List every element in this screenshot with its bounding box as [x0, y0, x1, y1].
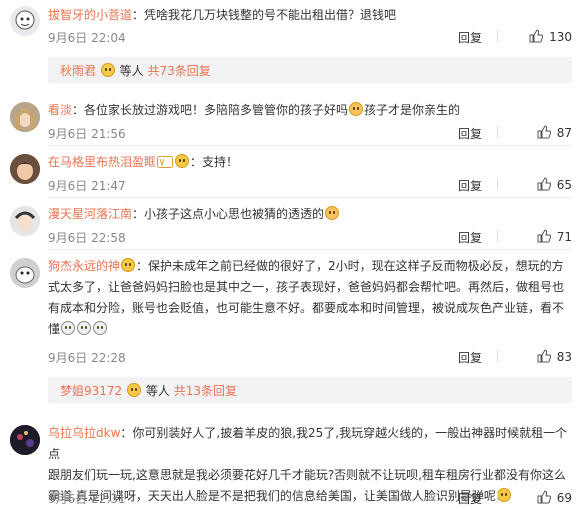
divider: [497, 178, 498, 190]
sub-reply-mid: 等人: [145, 384, 170, 398]
like-button[interactable]: 69: [537, 490, 572, 505]
comment-username[interactable]: 在马格里布热泪盈眶: [48, 155, 156, 169]
comment-time: 9月6日 21:56: [48, 127, 126, 141]
like-count: 83: [556, 350, 572, 364]
divider: [497, 126, 498, 138]
avatar[interactable]: [10, 258, 40, 288]
sub-reply-mid: 等人: [119, 64, 144, 78]
like-count: 71: [556, 230, 572, 244]
comment-text: ：支持！: [190, 155, 239, 169]
like-button[interactable]: 65: [537, 177, 572, 192]
emoji-icon: [61, 321, 76, 335]
vip-badge-icon: [157, 156, 174, 168]
avatar[interactable]: [10, 425, 40, 455]
divider: [497, 350, 498, 362]
like-button[interactable]: 87: [537, 125, 572, 140]
avatar[interactable]: [10, 6, 40, 36]
comment-username[interactable]: 拔智牙的小菩道: [48, 8, 132, 22]
comment-text: ：小孩子这点小心思也被猜的透透的: [132, 207, 325, 221]
thumbs-up-icon: [537, 490, 551, 504]
thumbs-up-icon: [529, 29, 544, 43]
comment-text: 式太多了，让爸爸妈妈扫脸也是其中之一，孩子表现好，爸爸妈妈都会帮忙吧。再然后，做…: [48, 280, 565, 294]
like-count: 69: [556, 491, 572, 505]
reply-button[interactable]: 回复: [458, 490, 482, 507]
emoji-icon: [349, 102, 364, 116]
emoji-icon: [77, 321, 92, 335]
sub-reply-box[interactable]: 梦姐93172 等人 共13条回复: [48, 377, 572, 403]
comment-text: 跟朋友们玩一玩,这意思就是我必须要花好几千才能玩?否则就不让玩呗,租车租房行业都…: [48, 468, 567, 482]
like-button[interactable]: 130: [529, 29, 572, 44]
like-count: 130: [549, 30, 572, 44]
comment-text: ：凭啥我花几万块钱整的号不能出租出借？退钱吧: [132, 8, 397, 22]
divider: [48, 197, 572, 198]
like-button[interactable]: 71: [537, 229, 572, 244]
avatar[interactable]: [10, 206, 40, 236]
emoji-icon: [325, 206, 340, 220]
emoji-icon: [175, 154, 190, 168]
comment-time: 9月6日 21:47: [48, 179, 126, 193]
thumbs-up-icon: [537, 349, 551, 363]
thumbs-up-icon: [537, 229, 551, 243]
comment-list: 拔智牙的小菩道：凭啥我花几万块钱整的号不能出租出借？退钱吧 9月6日 22:04…: [0, 0, 582, 510]
thumbs-up-icon: [537, 125, 551, 139]
emoji-icon: [121, 258, 136, 272]
emoji-icon: [93, 321, 108, 335]
avatar[interactable]: [10, 102, 40, 132]
view-replies-link[interactable]: 共13条回复: [174, 384, 237, 398]
emoji-icon: [100, 63, 115, 77]
divider: [497, 230, 498, 242]
avatar[interactable]: [10, 154, 40, 184]
comment-text: ：你可别装好人了,披着羊皮的狼,我25了,我玩穿越火线的，一般出神器时候就租一个…: [48, 426, 568, 461]
divider: [48, 145, 572, 146]
comment-text: 有成本和分险，账号也会贬值，也可能生意不好。都要成本和时间管理，被说成灰色产业链…: [48, 301, 565, 315]
comment-text: ：各位家长放过游戏吧！多陪陪多管管你的孩子好吗: [72, 103, 349, 117]
divider: [497, 491, 498, 503]
thumbs-up-icon: [537, 177, 551, 191]
reply-button[interactable]: 回复: [458, 29, 482, 46]
sub-reply-username[interactable]: 梦姐93172: [60, 384, 122, 398]
reply-button[interactable]: 回复: [458, 349, 482, 366]
sub-reply-username[interactable]: 秋雨君: [60, 64, 96, 78]
like-count: 87: [556, 126, 572, 140]
comment-text: 孩子才是你亲生的: [364, 103, 461, 117]
divider: [48, 249, 572, 250]
like-button[interactable]: 83: [537, 349, 572, 364]
sub-reply-box[interactable]: 秋雨君 等人 共73条回复: [48, 57, 572, 83]
reply-button[interactable]: 回复: [458, 229, 482, 246]
comment-time: 9月6日 22:28: [48, 351, 126, 365]
comment-text: 懂: [48, 322, 61, 336]
view-replies-link[interactable]: 共73条回复: [148, 64, 211, 78]
comment-username[interactable]: 狗杰永远的神: [48, 259, 120, 273]
reply-button[interactable]: 回复: [458, 177, 482, 194]
comment-time: 9月6日 22:04: [48, 31, 126, 45]
like-count: 65: [556, 178, 572, 192]
divider: [497, 30, 498, 42]
emoji-icon: [127, 383, 142, 397]
comment-username[interactable]: 漫天星河落江南: [48, 207, 132, 221]
comment-time: 9月6日 22:58: [48, 231, 126, 245]
comment-username[interactable]: 乌拉乌拉dkw: [48, 426, 120, 440]
comment-text: ：保护未成年之前已经做的很好了，2小时，现在这样子反而物极必反，想玩的方: [136, 259, 564, 273]
comment-username[interactable]: 看淡: [48, 103, 72, 117]
reply-button[interactable]: 回复: [458, 125, 482, 142]
comment-time: 9月6日 22:31: [48, 492, 126, 506]
